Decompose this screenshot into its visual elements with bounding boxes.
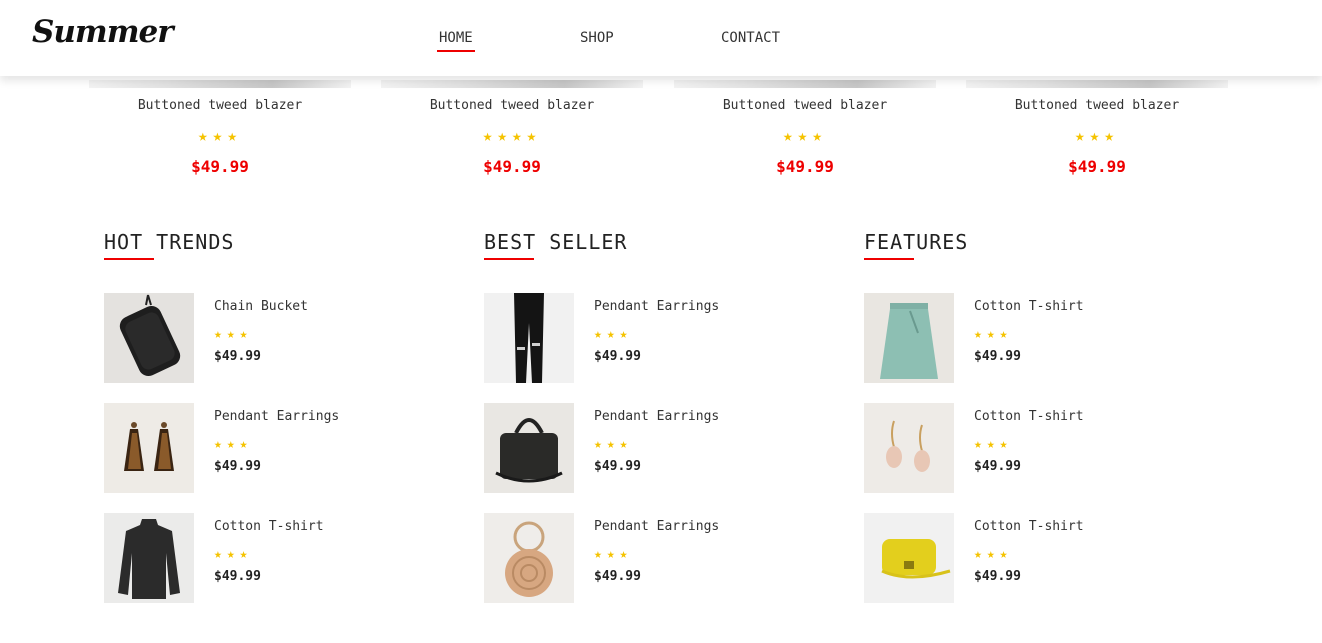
nav-contact[interactable]: CONTACT <box>721 30 780 46</box>
rating-stars: ★★★ <box>594 437 633 452</box>
nav-home[interactable]: HOME <box>437 30 475 52</box>
section-features: FEATURES Cotton T-shirt ★★★ $49.99 Cotto… <box>864 230 1204 603</box>
list-item[interactable]: Pendant Earrings ★★★ $49.99 <box>104 403 444 493</box>
item-price: $49.99 <box>594 569 641 584</box>
list-item[interactable]: Cotton T-shirt ★★★ $49.99 <box>864 293 1204 383</box>
item-price: $49.99 <box>594 349 641 364</box>
list-item[interactable]: Pendant Earrings ★★★ $49.99 <box>484 513 824 603</box>
black-sweater-image[interactable] <box>104 513 194 603</box>
item-price: $49.99 <box>974 459 1021 474</box>
list-item[interactable]: Pendant Earrings ★★★ $49.99 <box>484 403 824 493</box>
rating-stars: ★★★ <box>783 126 827 145</box>
list-item[interactable]: Chain Bucket ★★★ $49.99 <box>104 293 444 383</box>
item-name[interactable]: Cotton T-shirt <box>974 299 1084 314</box>
rating-stars: ★★★ <box>1075 126 1119 145</box>
product-image[interactable] <box>381 80 643 88</box>
black-jeans-image[interactable] <box>484 293 574 383</box>
round-straw-bag-image[interactable] <box>484 513 574 603</box>
tassel-earrings-image[interactable] <box>104 403 194 493</box>
item-price: $49.99 <box>594 459 641 474</box>
rating-stars: ★★★ <box>974 547 1013 562</box>
product-image[interactable] <box>89 80 351 88</box>
list-item[interactable]: Cotton T-shirt ★★★ $49.99 <box>864 513 1204 603</box>
product-price: $49.99 <box>191 157 249 176</box>
rating-stars: ★★★ <box>974 327 1013 342</box>
list-item[interactable]: Cotton T-shirt ★★★ $49.99 <box>864 403 1204 493</box>
rating-stars: ★★★ <box>214 327 253 342</box>
rating-stars: ★★★ <box>594 327 633 342</box>
product-price: $49.99 <box>1068 157 1126 176</box>
rating-stars: ★★★ <box>594 547 633 562</box>
item-price: $49.99 <box>214 569 261 584</box>
black-bag-image[interactable] <box>104 293 194 383</box>
section-best-seller: BEST SELLER Pendant Earrings ★★★ $49.99 … <box>484 230 824 603</box>
yellow-bag-image[interactable] <box>864 513 954 603</box>
item-price: $49.99 <box>214 349 261 364</box>
rating-stars: ★★★★ <box>482 126 542 145</box>
item-name[interactable]: Pendant Earrings <box>594 299 719 314</box>
section-title: HOT TRENDS <box>104 230 235 260</box>
rating-stars: ★★★ <box>214 437 253 452</box>
section-title: FEATURES <box>864 230 969 260</box>
item-price: $49.99 <box>974 349 1021 364</box>
item-price: $49.99 <box>974 569 1021 584</box>
item-name[interactable]: Chain Bucket <box>214 299 308 314</box>
product-price: $49.99 <box>776 157 834 176</box>
item-name[interactable]: Pendant Earrings <box>214 409 339 424</box>
leather-bag-image[interactable] <box>484 403 574 493</box>
rating-stars: ★★★ <box>214 547 253 562</box>
product-name[interactable]: Buttoned tweed blazer <box>674 98 936 113</box>
product-name[interactable]: Buttoned tweed blazer <box>381 98 643 113</box>
site-logo[interactable]: Summer <box>32 14 174 50</box>
item-name[interactable]: Cotton T-shirt <box>974 409 1084 424</box>
rating-stars: ★★★ <box>198 126 242 145</box>
rating-stars: ★★★ <box>974 437 1013 452</box>
product-name[interactable]: Buttoned tweed blazer <box>966 98 1228 113</box>
shell-earrings-image[interactable] <box>864 403 954 493</box>
product-name[interactable]: Buttoned tweed blazer <box>89 98 351 113</box>
list-item[interactable]: Pendant Earrings ★★★ $49.99 <box>484 293 824 383</box>
section-title: BEST SELLER <box>484 230 628 260</box>
product-image[interactable] <box>674 80 936 88</box>
site-header: Summer HOME SHOP CONTACT <box>0 0 1322 76</box>
list-item[interactable]: Cotton T-shirt ★★★ $49.99 <box>104 513 444 603</box>
item-name[interactable]: Cotton T-shirt <box>974 519 1084 534</box>
item-price: $49.99 <box>214 459 261 474</box>
item-name[interactable]: Pendant Earrings <box>594 519 719 534</box>
nav-shop[interactable]: SHOP <box>580 30 614 46</box>
product-image[interactable] <box>966 80 1228 88</box>
product-price: $49.99 <box>483 157 541 176</box>
green-skirt-image[interactable] <box>864 293 954 383</box>
item-name[interactable]: Pendant Earrings <box>594 409 719 424</box>
item-name[interactable]: Cotton T-shirt <box>214 519 324 534</box>
section-hot-trends: HOT TRENDS Chain Bucket ★★★ $49.99 Penda… <box>104 230 444 603</box>
